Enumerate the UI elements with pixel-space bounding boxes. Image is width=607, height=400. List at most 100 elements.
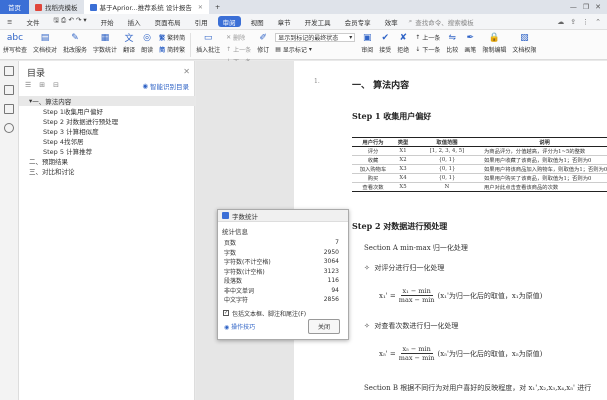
stat-row: 字符数(不计空格) 3064 [218, 257, 348, 267]
outline-marker[interactable]: 1. [314, 78, 320, 85]
spell-check-button[interactable]: abc 拼写检查 [0, 30, 30, 55]
stat-value: 3064 [323, 258, 339, 266]
menu-efficiency[interactable]: 效率 [378, 14, 405, 30]
compare-button[interactable]: ⇋ 比较 [443, 30, 461, 55]
chevron-down-icon: ▾ [349, 34, 353, 41]
tc-icon: 繁 [159, 35, 166, 42]
tab-home[interactable]: 首页 [0, 0, 29, 14]
toc-item[interactable]: Step 4找邻居 [19, 136, 195, 146]
review-pane-button[interactable]: ▣ 审阅 [358, 30, 376, 55]
daoke-icon [35, 3, 42, 11]
close-icon[interactable]: ✕ [198, 4, 203, 11]
pen-button[interactable]: ✒ 画笔 [461, 30, 479, 55]
bullet-rating: ✧ 对评分进行归一化处理 [364, 264, 445, 272]
revise-button[interactable]: ✐ 修订 [254, 30, 272, 55]
toc-item[interactable]: Step 1收集用户偏好 [19, 106, 195, 116]
list-icon[interactable]: ☰ [25, 81, 31, 89]
bookmark-icon[interactable] [4, 85, 14, 95]
quick-access-icons[interactable]: 🖫 ⎙ ↶ ↷ ▾ [46, 14, 93, 30]
menu-insert[interactable]: 插入 [121, 14, 148, 30]
toc-item-label: Step 2 对数据进行预处理 [43, 118, 119, 126]
menu-hamburger-icon[interactable]: ≡ [0, 14, 19, 30]
toc-item[interactable]: Step 3 计算相似度 [19, 126, 195, 136]
minimize-icon[interactable]: — [570, 3, 577, 11]
toc-panel: 目录 ✕ ☰ ⊞ ⊟ ◉ 智能识别目录 ▾ 一、算法内容 Step 1收集用户偏好 S… [19, 61, 195, 400]
markup-display-group: 显示到标记的最终状态 ▾ ▤ 显示标记 ▾ [272, 30, 358, 54]
toc-panel-icon[interactable] [4, 66, 14, 76]
toc-item[interactable]: ▾ 一、算法内容 [19, 96, 195, 106]
sc-to-tc-button[interactable]: 简简转繁 [159, 45, 185, 54]
bullet-icon: ✧ [364, 322, 370, 330]
lock-icon: 🔒 [488, 32, 500, 43]
menu-review[interactable]: 审阅 [217, 16, 241, 27]
close-button[interactable]: 关闭 [307, 319, 340, 334]
prev-change-button[interactable]: ↑ 上一条 [415, 33, 440, 42]
table-row: 加入购物车 X3 {0, 1} 如果用户将该商品加入购物车，则取值为1；否则为0 [352, 164, 607, 174]
menu-page-layout[interactable]: 页面布局 [148, 14, 188, 30]
markup-state-select[interactable]: 显示到标记的最终状态 ▾ [275, 33, 356, 42]
left-sidebar [0, 61, 19, 400]
tab-document[interactable]: 基于Aprior...推荐系统 设计报告 ✕ [83, 0, 209, 14]
delete-comment-button[interactable]: ✕ 删除 [226, 33, 251, 42]
menu-reference[interactable]: 引用 [188, 14, 215, 30]
menu-file[interactable]: 文件 [19, 14, 46, 30]
stat-label: 页数 [224, 240, 237, 248]
proof-button[interactable]: ▤ 文档校对 [30, 30, 60, 55]
folder-icon[interactable] [4, 104, 14, 114]
menu-dev-tools[interactable]: 开发工具 [298, 14, 338, 30]
table-cell: 加入购物车 [352, 164, 394, 174]
divider [190, 33, 192, 57]
table-header: 类型 [394, 137, 412, 147]
maximize-icon[interactable]: ❐ [583, 3, 589, 11]
cloud-icon[interactable]: ☁ [557, 18, 564, 26]
toc-list: ▾ 一、算法内容 Step 1收集用户偏好 Step 2 对数据进行预处理 Step … [19, 96, 195, 176]
collapse-icon[interactable]: ⌃ [595, 18, 601, 26]
stat-value: 2950 [323, 248, 339, 256]
tab-template[interactable]: 找稻壳模板 [29, 0, 84, 14]
more-icon[interactable]: ⋮ [582, 18, 589, 26]
stats-list: 页数 7 字数 2950 字符数(不计空格) 3064 字符数(计空格) 3123 段落数 116… [218, 238, 348, 305]
new-tab-button[interactable]: + [209, 0, 226, 14]
toc-item[interactable]: Step 5 计算推荐 [19, 146, 195, 156]
tc-to-sc-button[interactable]: 繁繁转简 [159, 33, 185, 42]
tips-link[interactable]: ◉ 操作技巧 [224, 322, 255, 331]
stat-label: 字数 [224, 249, 237, 257]
batch-service-button[interactable]: ✎ 批改服务 [60, 30, 90, 55]
limit-edit-button[interactable]: 🔒 限制编辑 [479, 30, 509, 55]
tab-template-label: 找稻壳模板 [45, 4, 78, 12]
menu-view[interactable]: 视图 [244, 14, 271, 30]
command-search[interactable]: ⌕ 查找命令、搜索模板 [409, 17, 474, 27]
doc-rights-button[interactable]: ▧ 文档权限 [509, 30, 539, 55]
close-icon[interactable]: ✕ [183, 67, 190, 76]
next-change-button[interactable]: ↓ 下一条 [415, 45, 440, 54]
word-count-dialog: 字数统计 统计信息 页数 7 字数 2950 字符数(不计空格) 3064 字符数(计空格)… [217, 209, 349, 340]
word-count-button[interactable]: ▦ 字数统计 [90, 30, 120, 55]
window-close-icon[interactable]: ✕ [595, 3, 601, 11]
stat-row: 字符数(计空格) 3123 [218, 267, 348, 277]
translate-button[interactable]: 文翻译 [120, 30, 138, 54]
expand-icon[interactable]: ⊞ [39, 81, 45, 89]
compare-icon: ⇋ [448, 32, 457, 43]
include-textbox-checkbox[interactable]: ✓ 包括文本框、脚注和尾注(F) [223, 309, 348, 318]
translate-icon: 文 [124, 34, 134, 44]
menu-start[interactable]: 开始 [94, 14, 121, 30]
toc-item[interactable]: 二、预期结果 [19, 156, 195, 166]
prev-comment-button[interactable]: ↑ 上一条 [226, 45, 251, 54]
toc-item[interactable]: 三、对比和讨论 [19, 166, 195, 176]
smart-toc-button[interactable]: ◉ 智能识别目录 [142, 81, 189, 91]
stat-value: 3123 [323, 267, 339, 275]
search-icon: ⌕ [408, 17, 413, 25]
find-icon[interactable] [4, 123, 14, 133]
insert-comment-button[interactable]: ▭ 插入批注 [193, 30, 223, 55]
share-icon[interactable]: ⇪ [570, 18, 576, 26]
accept-button[interactable]: ✔ 接受 [376, 30, 394, 55]
menu-vip[interactable]: 会员专享 [338, 14, 378, 30]
dialog-titlebar[interactable]: 字数统计 [218, 210, 348, 222]
read-aloud-button[interactable]: ◎ 朗读 [138, 30, 156, 55]
show-markup-button[interactable]: ▤ 显示标记 ▾ [275, 45, 355, 54]
table-cell: 如果用户购买了该商品，则取值为1；否则为0 [482, 173, 607, 183]
menu-chapter[interactable]: 章节 [271, 14, 298, 30]
toc-item[interactable]: Step 2 对数据进行预处理 [19, 116, 195, 126]
collapse-icon[interactable]: ⊟ [53, 81, 59, 89]
reject-button[interactable]: ✘ 拒绝 [394, 30, 412, 55]
